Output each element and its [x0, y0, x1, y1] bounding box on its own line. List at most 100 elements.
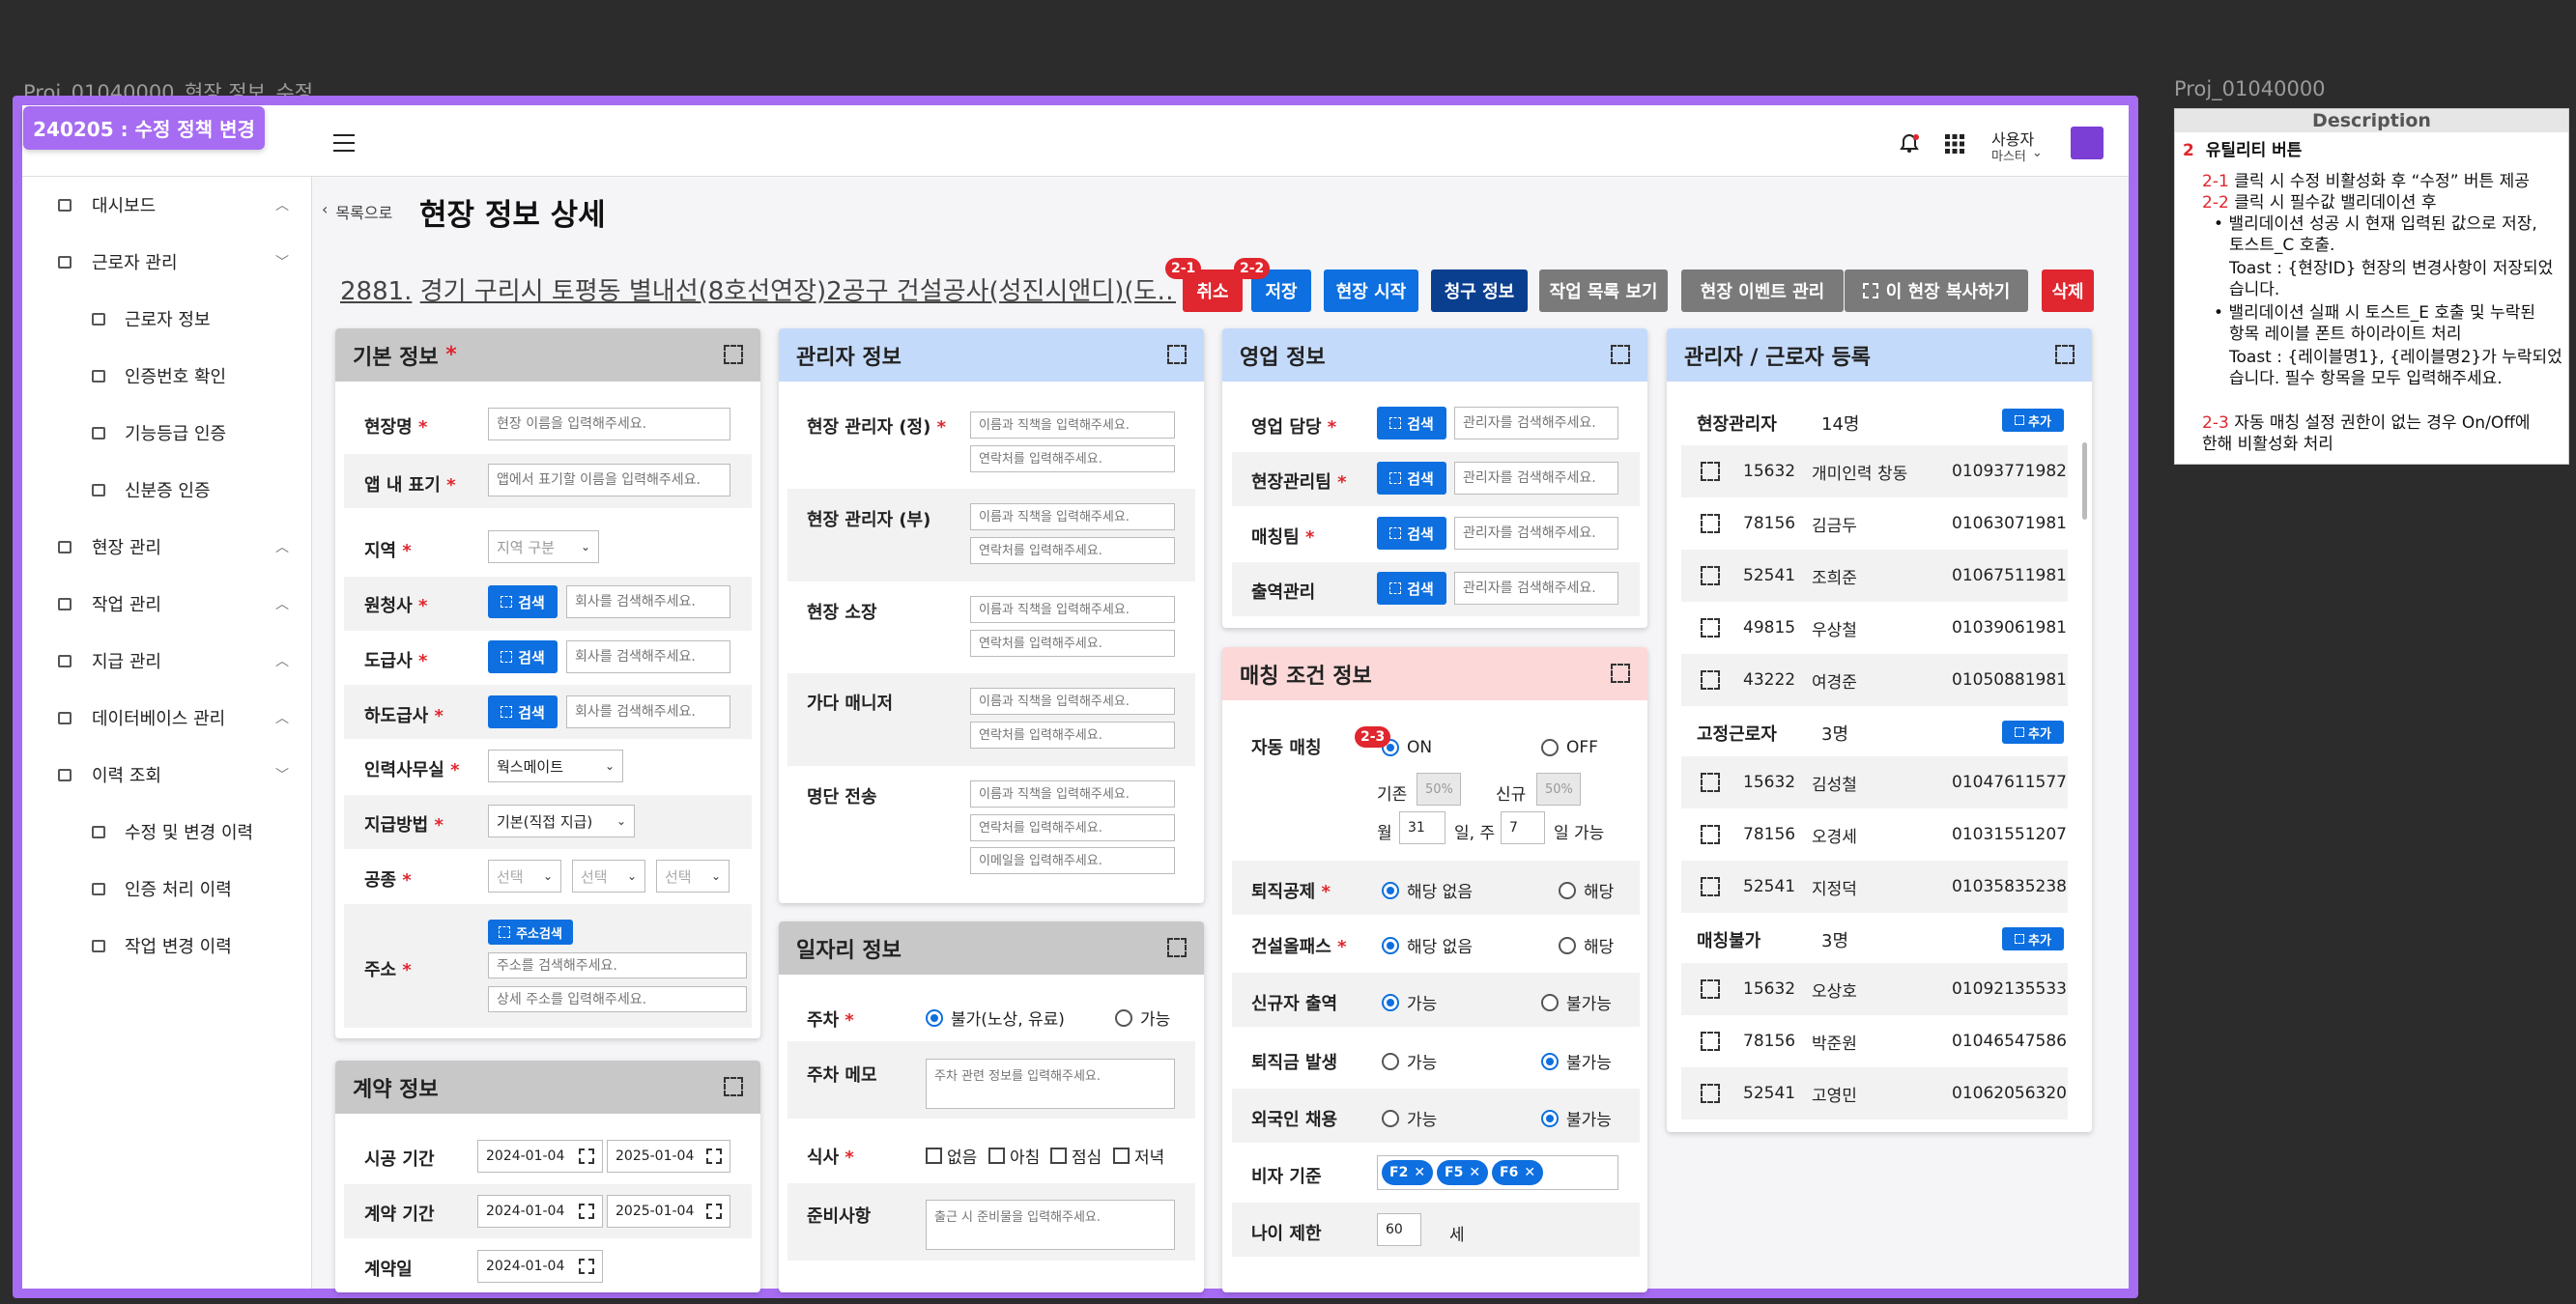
expand-icon[interactable]	[1701, 979, 1720, 999]
retire-applicable-radio[interactable]: 해당	[1559, 878, 1614, 902]
list-item[interactable]: 15632 김성철 01047611577	[1681, 756, 2068, 808]
build-end-date[interactable]: 2025-01-04	[607, 1140, 730, 1173]
copy-site-button[interactable]: 이 현장 복사하기	[1845, 269, 2028, 312]
site-name-input[interactable]	[488, 408, 730, 440]
foreign-possible-radio[interactable]: 가능	[1382, 1106, 1437, 1130]
auto-matching-off-radio[interactable]: OFF	[1541, 738, 1598, 757]
apps-grid-icon[interactable]	[1945, 134, 1964, 154]
expand-icon[interactable]	[724, 345, 743, 364]
week-days-input[interactable]: 7	[1501, 811, 1545, 844]
sidebar-item-job-history[interactable]: 작업 변경 이력	[22, 926, 312, 965]
sidebar-item-skill-cert[interactable]: 기능등급 인증	[22, 413, 312, 452]
list-item[interactable]: 43222 여경준 01050881981	[1681, 654, 2068, 706]
expand-icon[interactable]	[1167, 345, 1187, 364]
attendance-search-button[interactable]: 검색	[1377, 572, 1446, 605]
parking-memo-input[interactable]	[926, 1059, 1175, 1109]
list-item[interactable]: 52541 지정덕 01035835238	[1681, 861, 2068, 913]
list-item[interactable]: 78156 박준원 01046547586	[1681, 1015, 2068, 1067]
newbie-impossible-radio[interactable]: 불가능	[1541, 990, 1612, 1014]
trade-select-3[interactable]: 선택 ⌄	[656, 860, 730, 893]
hamburger-icon[interactable]	[333, 134, 355, 152]
subcontractor-search-button[interactable]: 검색	[488, 695, 558, 728]
sidebar-item-edit-history[interactable]: 수정 및 변경 이력	[22, 812, 312, 851]
site-team-search-button[interactable]: 검색	[1377, 462, 1446, 495]
gada-name-input[interactable]	[970, 688, 1175, 715]
foreign-impossible-radio[interactable]: 불가능	[1541, 1106, 1612, 1130]
existing-ratio-input[interactable]: 50%	[1417, 773, 1461, 806]
work-list-button[interactable]: 작업 목록 보기	[1539, 269, 1668, 312]
expand-icon[interactable]	[1701, 618, 1720, 638]
manager-sub-phone-input[interactable]	[970, 537, 1175, 564]
expand-icon[interactable]	[1701, 1032, 1720, 1051]
sidebar-item-worker-info[interactable]: 근로자 정보	[22, 299, 312, 338]
contract-start-date[interactable]: 2024-01-04	[477, 1195, 603, 1228]
expand-icon[interactable]	[1611, 345, 1630, 364]
address-search-button[interactable]: 주소검색	[488, 920, 573, 945]
expand-icon[interactable]	[1701, 1084, 1720, 1103]
address-detail-input[interactable]	[488, 986, 747, 1012]
parking-no-radio[interactable]: 불가(노상, 유료)	[926, 1006, 1065, 1030]
list-item[interactable]: 49815 우상철 01039061981	[1681, 602, 2068, 654]
expand-icon[interactable]	[2055, 345, 2075, 364]
roster-name-input[interactable]	[970, 780, 1175, 808]
sidebar-item-database[interactable]: 데이터베이스 관리 ︿	[22, 698, 312, 737]
contractor-company-input[interactable]	[566, 640, 730, 673]
retire-none-radio[interactable]: 해당 없음	[1382, 878, 1473, 902]
matching-team-input[interactable]	[1454, 517, 1618, 550]
contract-end-date[interactable]: 2025-01-04	[607, 1195, 730, 1228]
visa-tag[interactable]: F6 ✕	[1492, 1160, 1544, 1185]
sidebar-item-auth-code[interactable]: 인증번호 확인	[22, 356, 312, 395]
sidebar-item-jobs[interactable]: 작업 관리 ︿	[22, 584, 312, 623]
sidebar-item-payments[interactable]: 지급 관리 ︿	[22, 641, 312, 680]
visa-tag[interactable]: F5 ✕	[1437, 1160, 1489, 1185]
site-chief-name-input[interactable]	[970, 596, 1175, 623]
list-item[interactable]: 15632 개미인력 창동 01093771982	[1681, 445, 2068, 497]
manager-sub-name-input[interactable]	[970, 503, 1175, 530]
roster-email-input[interactable]	[970, 847, 1175, 874]
severance-possible-radio[interactable]: 가능	[1382, 1049, 1437, 1073]
trade-select-2[interactable]: 선택 ⌄	[572, 860, 645, 893]
back-link[interactable]: ‹ 목록으로	[322, 200, 392, 223]
expand-icon[interactable]	[1701, 514, 1720, 533]
list-item[interactable]: 52541 조희준 01067511981	[1681, 550, 2068, 602]
manager-main-phone-input[interactable]	[970, 445, 1175, 472]
expand-icon[interactable]	[1701, 566, 1720, 585]
trade-select-1[interactable]: 선택 ⌄	[488, 860, 561, 893]
delete-button[interactable]: 삭제	[2042, 269, 2094, 312]
sidebar-item-history[interactable]: 이력 조회 ﹀	[22, 755, 312, 794]
sales-owner-input[interactable]	[1454, 407, 1618, 439]
severance-impossible-radio[interactable]: 불가능	[1541, 1049, 1612, 1073]
prime-search-button[interactable]: 검색	[488, 585, 558, 618]
gada-phone-input[interactable]	[970, 722, 1175, 749]
roster-phone-input[interactable]	[970, 814, 1175, 841]
age-limit-input[interactable]: 60	[1377, 1213, 1421, 1246]
manager-main-name-input[interactable]	[970, 411, 1175, 439]
expand-icon[interactable]	[724, 1077, 743, 1096]
pay-method-select[interactable]: 기본(직접 지급) ⌄	[488, 805, 635, 837]
expand-icon[interactable]	[1701, 670, 1720, 690]
billing-info-button[interactable]: 청구 정보	[1431, 269, 1528, 312]
prep-input[interactable]	[926, 1200, 1175, 1250]
add-manager-button[interactable]: 추가	[2002, 409, 2064, 432]
expand-icon[interactable]	[1701, 825, 1720, 844]
app-name-input[interactable]	[488, 464, 730, 496]
address-input[interactable]	[488, 952, 747, 978]
sales-owner-search-button[interactable]: 검색	[1377, 407, 1446, 439]
sidebar-item-auth-history[interactable]: 인증 처리 이력	[22, 869, 312, 908]
site-team-input[interactable]	[1454, 462, 1618, 495]
close-icon[interactable]: ✕	[1524, 1165, 1535, 1180]
site-chief-phone-input[interactable]	[970, 630, 1175, 657]
list-item[interactable]: 78156 오경세 01031551207	[1681, 808, 2068, 861]
new-ratio-input[interactable]: 50%	[1536, 773, 1581, 806]
attendance-input[interactable]	[1454, 572, 1618, 605]
site-events-button[interactable]: 현장 이벤트 관리	[1681, 269, 1844, 312]
expand-icon[interactable]	[1701, 462, 1720, 481]
sidebar-item-sites[interactable]: 현장 관리 ︿	[22, 527, 312, 566]
build-start-date[interactable]: 2024-01-04	[477, 1140, 603, 1173]
list-item[interactable]: 15632 오상호 01092135533	[1681, 963, 2068, 1015]
region-select[interactable]: 지역 구분 ⌄	[488, 530, 599, 563]
meal-none-checkbox[interactable]: 없음	[926, 1144, 977, 1168]
month-days-input[interactable]: 31	[1399, 811, 1445, 844]
sidebar-item-dashboard[interactable]: 대시보드 ︿	[22, 185, 312, 224]
site-start-button[interactable]: 현장 시작	[1324, 269, 1418, 312]
